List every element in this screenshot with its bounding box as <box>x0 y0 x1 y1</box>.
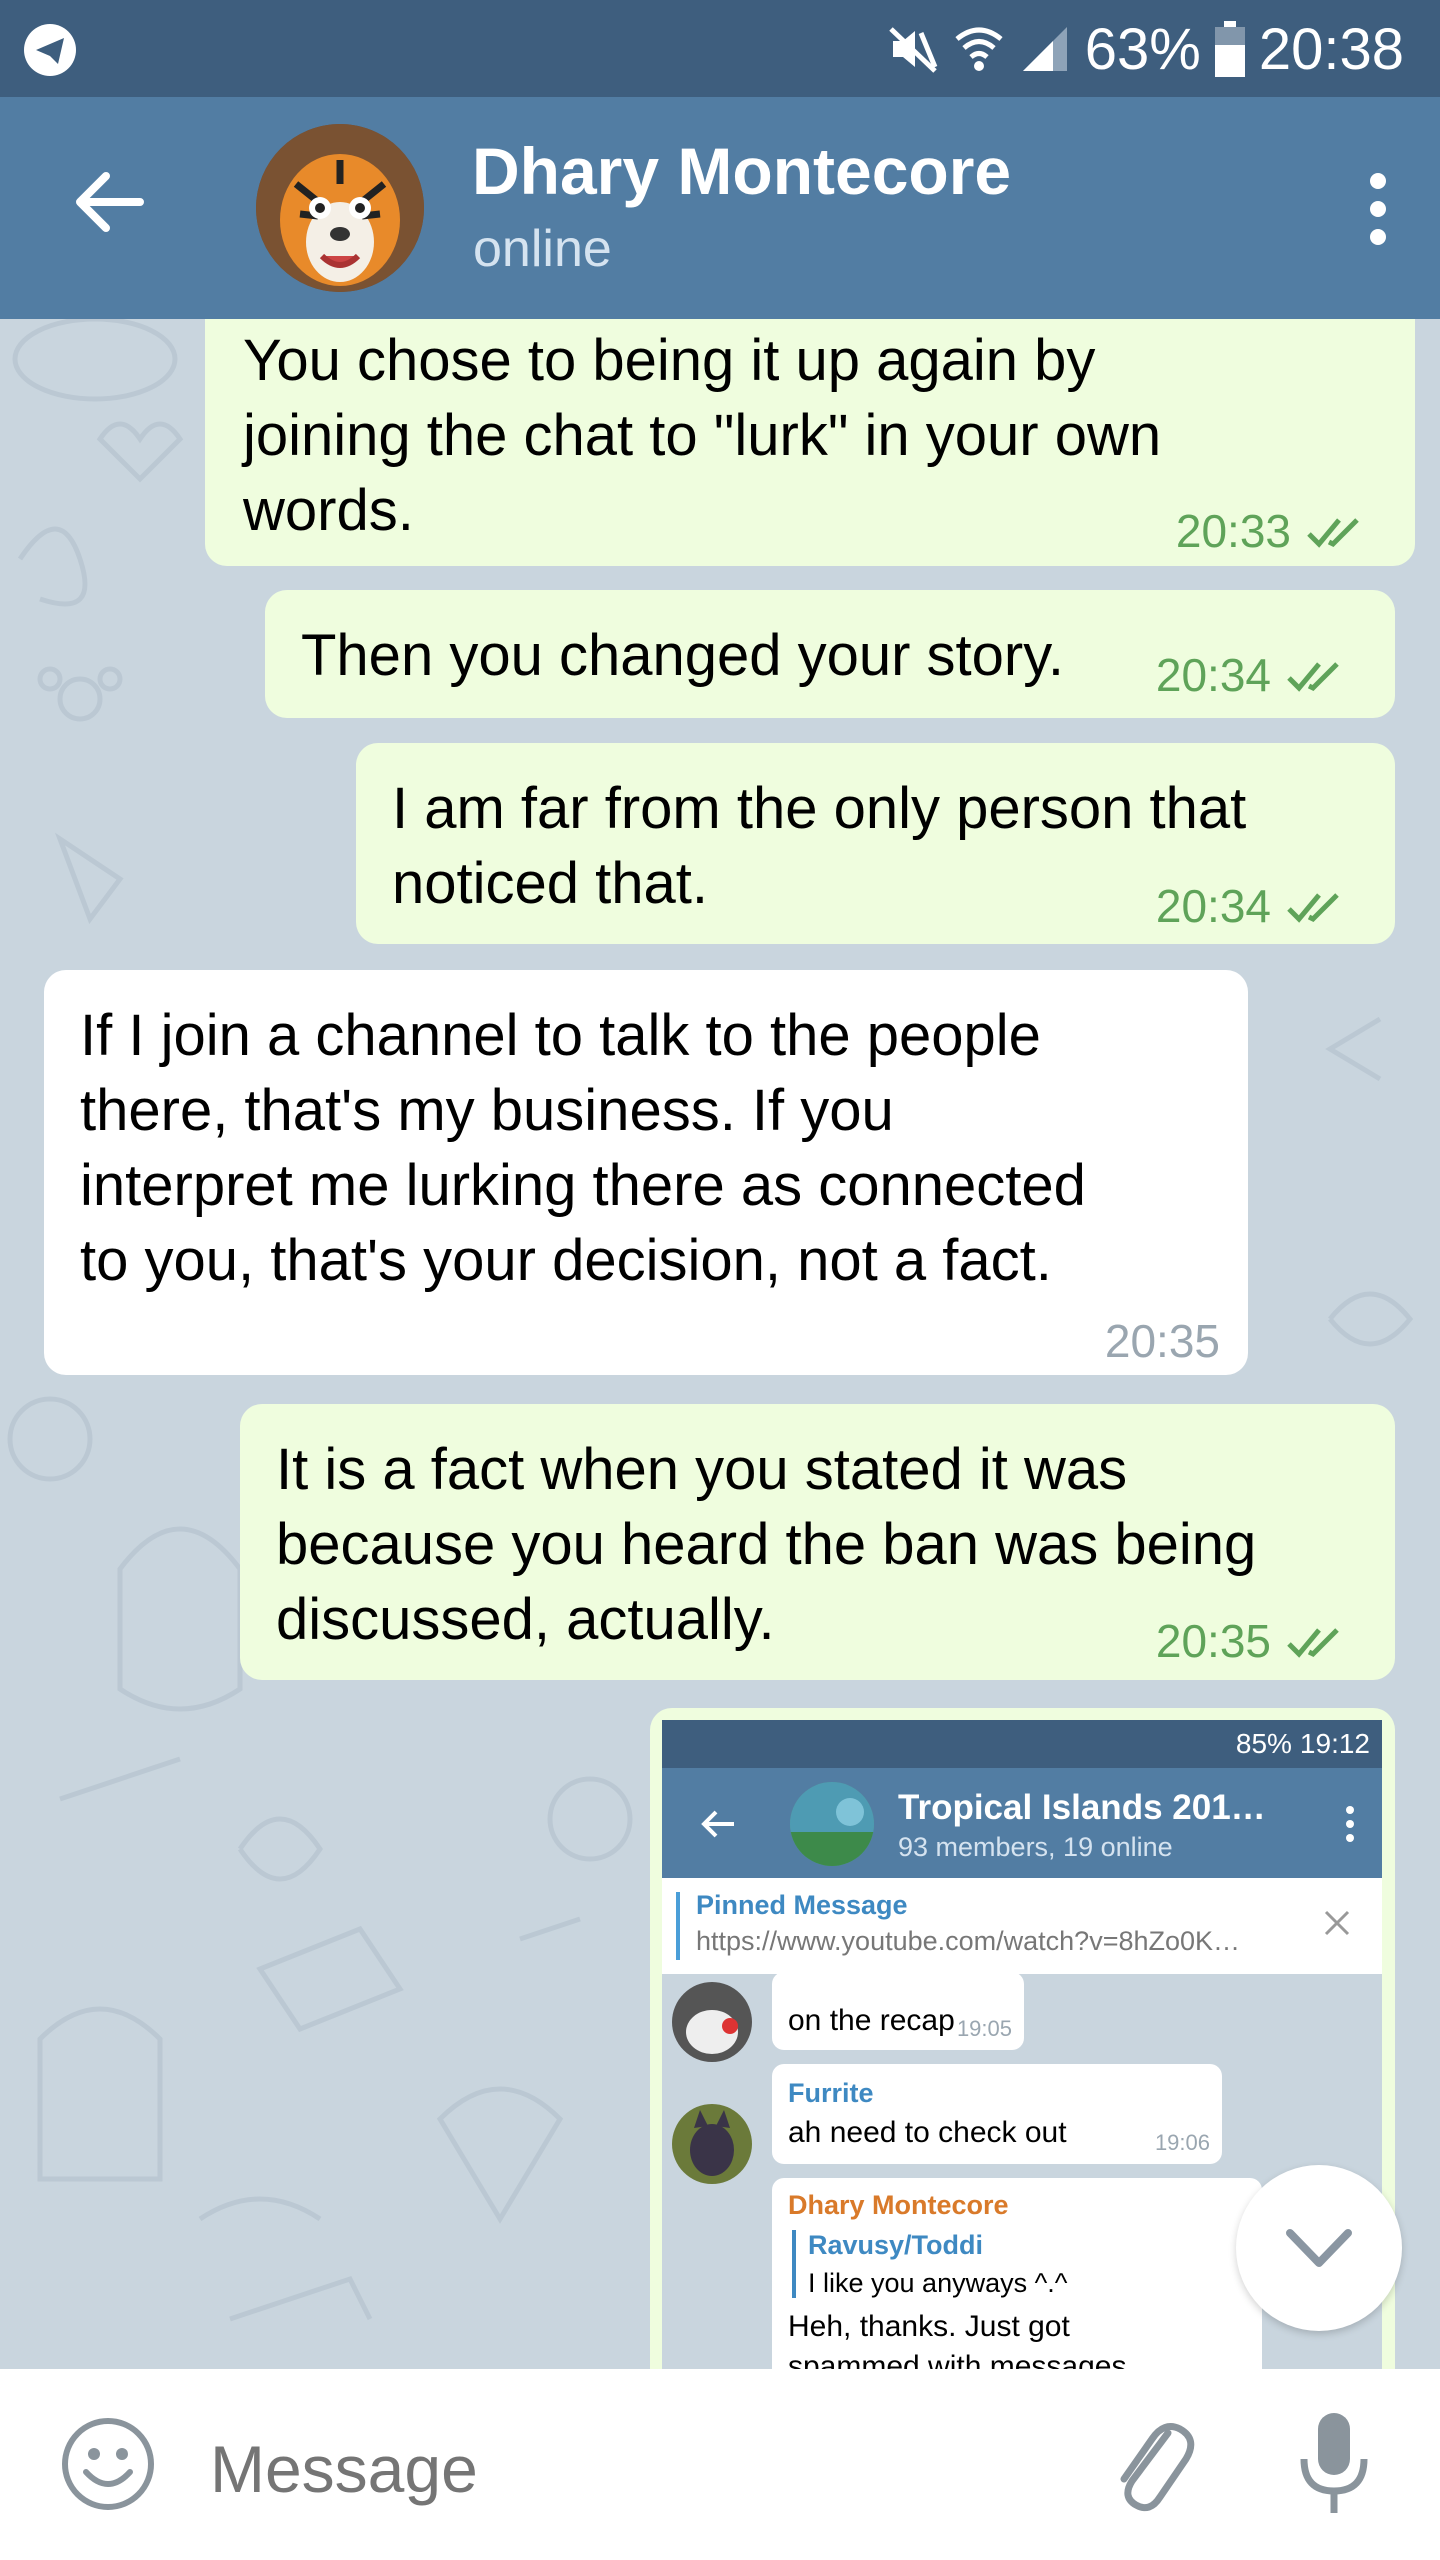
status-bar: 63% 20:38 <box>0 0 1440 97</box>
message-time: 20:35 <box>1104 1315 1220 1367</box>
embedded-message-text: spammed with messages <box>788 2350 1127 2369</box>
message-text-line: interpret me lurking there as connected <box>80 1153 1086 1218</box>
chat-title[interactable]: Dhary Montecore <box>472 133 1011 209</box>
double-check-icon <box>1287 1627 1339 1658</box>
message-text-line: If I join a channel to talk to the peopl… <box>80 1003 1041 1068</box>
embedded-group-avatar <box>790 1782 874 1866</box>
embedded-message-time: 19:06 <box>1154 2130 1210 2155</box>
message-text-line: joining the chat to "lurk" in your own <box>243 403 1162 468</box>
message-list[interactable]: You chose to being it up again by joinin… <box>0 319 1440 2369</box>
incoming-message[interactable]: If I join a channel to talk to the peopl… <box>44 970 1248 1375</box>
embedded-battery: 85% <box>1235 1728 1292 1759</box>
message-meta: 20:35 <box>1105 1304 1220 1379</box>
message-text-line: You chose to being it up again by <box>243 328 1096 393</box>
double-check-icon <box>1287 892 1339 923</box>
clock: 20:38 <box>1258 16 1404 82</box>
outgoing-message[interactable]: You chose to being it up again by joinin… <box>205 319 1415 566</box>
double-check-icon <box>1307 517 1359 548</box>
embedded-status-bar: 85% 19:12 <box>662 1720 1382 1768</box>
tiger-avatar-icon <box>256 124 424 292</box>
emoji-icon[interactable] <box>60 2416 156 2512</box>
message-text-line: there, that's my business. If you <box>80 1078 894 1143</box>
message-meta: 20:33 <box>1176 494 1365 569</box>
embedded-reply-sender: Ravusy/Toddi <box>808 2230 984 2260</box>
message-text-line: Then you changed your story. <box>301 623 1065 688</box>
battery-icon <box>1214 21 1245 77</box>
embedded-back-icon <box>701 1810 734 1838</box>
pinned-title: Pinned Message <box>696 1890 908 1920</box>
telegram-icon <box>24 24 76 76</box>
embedded-message-time: 19:05 <box>956 2016 1012 2041</box>
embedded-chat-title: Tropical Islands 201… <box>898 1788 1266 1827</box>
message-text-line: noticed that. <box>392 851 708 916</box>
embedded-pinned-message: Pinned Message https://www.youtube.com/w… <box>662 1878 1382 1974</box>
chat-status: online <box>473 220 612 278</box>
embedded-message-text: ah need to check out <box>788 2116 1067 2149</box>
message-input-bar <box>0 2369 1440 2560</box>
outgoing-message[interactable]: It is a fact when you stated it was beca… <box>240 1404 1395 1680</box>
embedded-message-text: Heh, thanks. Just got <box>788 2310 1070 2343</box>
embedded-message-text: on the recap <box>788 2004 955 2037</box>
attach-icon[interactable] <box>1106 2409 1196 2519</box>
double-check-icon <box>1287 661 1339 692</box>
outgoing-message[interactable]: I am far from the only person that notic… <box>356 743 1395 944</box>
pinned-text: https://www.youtube.com/watch?v=8hZo0K… <box>696 1926 1241 1956</box>
message-meta: 20:35 <box>1156 1604 1345 1679</box>
outgoing-message[interactable]: Then you changed your story. 20:34 <box>265 590 1395 718</box>
message-meta: 20:34 <box>1156 638 1345 713</box>
microphone-icon[interactable] <box>1294 2409 1374 2519</box>
battery-percent: 63% <box>1084 16 1201 82</box>
reply-indicator <box>792 2230 796 2298</box>
signal-icon <box>1022 27 1067 71</box>
embedded-clock: 19:12 <box>1299 1728 1370 1759</box>
status-icons: 63% 20:38 <box>887 14 1404 84</box>
message-input[interactable] <box>210 2429 1050 2509</box>
embedded-avatar <box>672 2104 752 2184</box>
message-time: 20:34 <box>1155 649 1271 701</box>
message-text-line: I am far from the only person that <box>392 776 1247 841</box>
message-time: 20:33 <box>1175 505 1291 557</box>
more-options-icon[interactable] <box>1362 169 1394 249</box>
embedded-more-icon <box>1346 1806 1354 1842</box>
message-text-line: discussed, actually. <box>276 1587 775 1652</box>
embedded-sender: Furrite <box>788 2078 874 2108</box>
embedded-message: on the recap 19:05 <box>772 1972 1024 2050</box>
message-time: 20:34 <box>1155 880 1271 932</box>
embedded-chat-subtitle: 93 members, 19 online <box>898 1832 1173 1862</box>
pinned-close-icon <box>1324 1910 1350 1936</box>
avatar[interactable] <box>256 124 424 292</box>
message-time: 20:35 <box>1155 1615 1271 1667</box>
scroll-down-button[interactable] <box>1236 2165 1402 2331</box>
embedded-message: Furrite ah need to check out 19:06 <box>772 2064 1222 2164</box>
back-arrow-icon[interactable] <box>70 162 150 242</box>
message-text-line: because you heard the ban was being <box>276 1512 1257 1577</box>
message-text-line: words. <box>243 478 414 543</box>
embedded-reply-text: I like you anyways ^.^ <box>808 2268 1068 2298</box>
mute-icon <box>889 27 938 73</box>
message-meta: 20:34 <box>1156 869 1345 944</box>
embedded-avatar <box>672 1982 752 2062</box>
embedded-message: Dhary Montecore Ravusy/Toddi I like you … <box>772 2178 1262 2369</box>
embedded-header: Tropical Islands 201… 93 members, 19 onl… <box>662 1768 1382 1878</box>
embedded-sender: Dhary Montecore <box>788 2190 1009 2220</box>
wifi-icon <box>955 27 1003 71</box>
pinned-indicator <box>676 1892 680 1960</box>
chevron-down-icon <box>1286 2229 1352 2267</box>
chat-header: Dhary Montecore online <box>0 97 1440 319</box>
message-text-line: to you, that's your decision, not a fact… <box>80 1228 1052 1293</box>
message-text-line: It is a fact when you stated it was <box>276 1437 1128 1502</box>
